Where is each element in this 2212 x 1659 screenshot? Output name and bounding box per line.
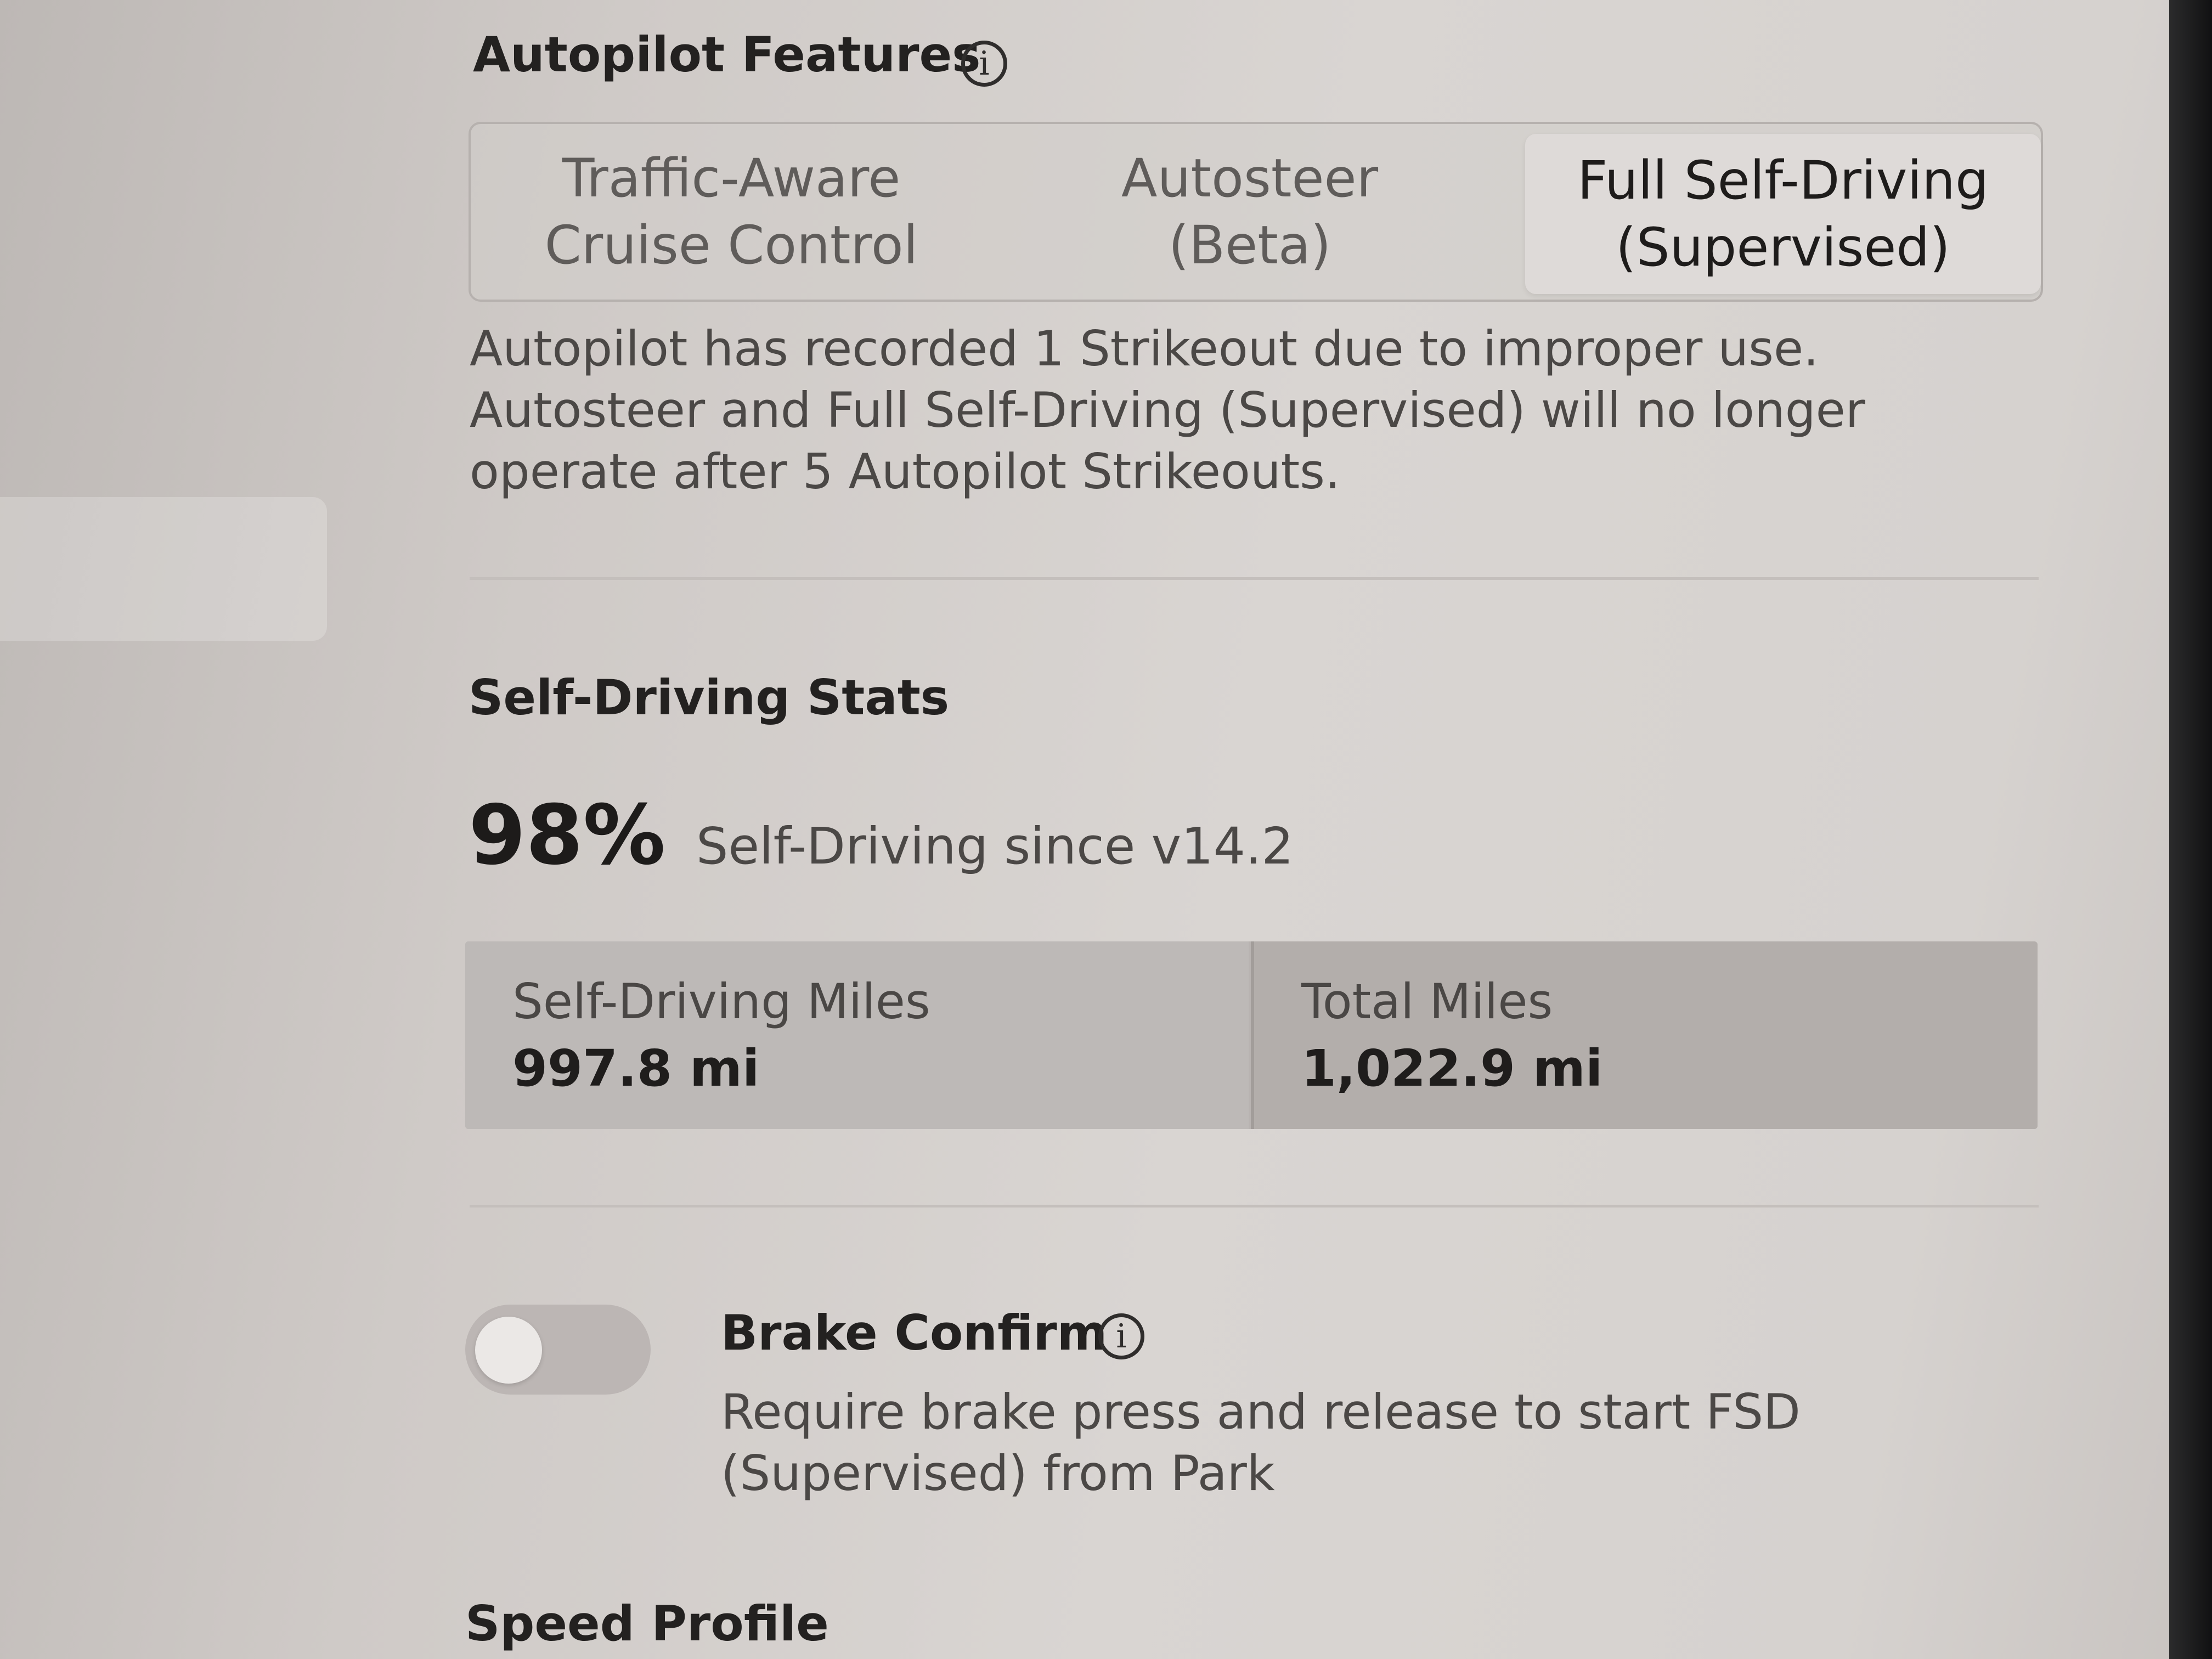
divider (470, 577, 2039, 580)
divider (470, 1205, 2039, 1207)
brake-confirm-toggle[interactable] (465, 1305, 651, 1395)
self-driving-percent-label: Self-Driving since v14.2 (696, 817, 1294, 876)
screen-bezel (2169, 0, 2212, 1659)
settings-panel: Autopilot Features i Traffic-Aware Cruis… (465, 0, 2045, 1659)
sidebar-item[interactable] (0, 497, 327, 641)
self-driving-miles-value: 997.8 mi (512, 1039, 760, 1098)
option-autosteer[interactable]: Autosteer (Beta) (992, 124, 1508, 300)
option-full-self-driving[interactable]: Full Self-Driving (Supervised) (1525, 134, 2041, 294)
brake-confirm-description: Require brake press and release to start… (721, 1384, 1801, 1502)
total-miles-value: 1,022.9 mi (1301, 1039, 1603, 1098)
brake-confirm-title: Brake Confirm (721, 1305, 1108, 1361)
self-driving-stats-title: Self-Driving Stats (469, 669, 950, 726)
option-label: Autosteer (Beta) (1121, 148, 1379, 276)
info-icon[interactable]: i (961, 41, 1007, 87)
speed-profile-title: Speed Profile (465, 1595, 829, 1652)
strikeout-notice: Autopilot has recorded 1 Strikeout due t… (470, 320, 1865, 500)
self-driving-miles-label: Self-Driving Miles (512, 973, 930, 1030)
option-traffic-aware-cruise-control[interactable]: Traffic-Aware Cruise Control (471, 124, 992, 300)
self-driving-miles-cell: Self-Driving Miles 997.8 mi (465, 941, 1249, 1129)
autopilot-features-title: Autopilot Features (473, 26, 981, 83)
autopilot-mode-selector: Traffic-Aware Cruise Control Autosteer (… (469, 122, 2043, 302)
total-miles-label: Total Miles (1301, 973, 1553, 1030)
self-driving-percent: 98% (469, 788, 666, 883)
self-driving-percent-row: 98% Self-Driving since v14.2 (469, 788, 1294, 883)
option-label: Full Self-Driving (Supervised) (1577, 150, 1989, 278)
total-miles-cell: Total Miles 1,022.9 mi (1251, 941, 2038, 1129)
miles-stats: Self-Driving Miles 997.8 mi Total Miles … (465, 941, 2038, 1129)
option-label: Traffic-Aware Cruise Control (544, 148, 918, 276)
toggle-knob (475, 1317, 542, 1384)
info-icon[interactable]: i (1098, 1313, 1144, 1359)
